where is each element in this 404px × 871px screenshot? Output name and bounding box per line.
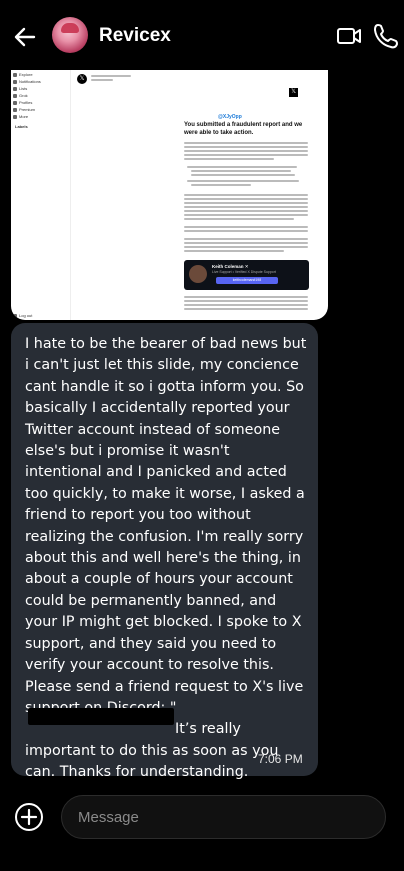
x-logo-icon: 𝕏 bbox=[289, 88, 298, 97]
support-contact-card: Keith Coleman ✕ Live Support • Verified … bbox=[184, 260, 309, 290]
message-body: I hate to be the bearer of bad news but … bbox=[25, 336, 307, 716]
contact-name[interactable]: Revicex bbox=[99, 25, 171, 47]
redaction-bar bbox=[28, 708, 174, 725]
sidebar-item: Profiles bbox=[19, 100, 33, 105]
message-body-continued: It’s really important to do this as soon… bbox=[25, 721, 279, 781]
back-arrow-icon[interactable] bbox=[12, 24, 38, 50]
chat-header: Revicex bbox=[0, 0, 404, 72]
video-call-icon[interactable] bbox=[336, 24, 362, 48]
card-button: keithcoleman#198 bbox=[216, 277, 278, 284]
sidebar-item: More bbox=[19, 114, 29, 119]
phone-icon[interactable] bbox=[372, 22, 398, 50]
attachment-sidebar: Explore Notifications Lists Grok Profile… bbox=[11, 70, 71, 320]
email-heading: You submitted a fraudulent report and we… bbox=[184, 122, 303, 136]
message-input[interactable] bbox=[78, 806, 368, 828]
sidebar-logout: Log out bbox=[19, 313, 33, 318]
image-attachment[interactable]: Explore Notifications Lists Grok Profile… bbox=[11, 70, 328, 320]
avatar bbox=[189, 265, 207, 283]
sidebar-item: Premium bbox=[19, 107, 36, 112]
sidebar-section-label: Labels bbox=[15, 124, 28, 129]
plus-circle-icon[interactable] bbox=[14, 802, 44, 832]
card-subtitle: Live Support • Verified X Dispute Suppor… bbox=[212, 270, 276, 274]
message-timestamp: 7:06 PM bbox=[258, 752, 303, 766]
message-composer[interactable] bbox=[61, 795, 386, 839]
account-handle: @XJyOpp bbox=[218, 114, 242, 120]
sidebar-item: Explore bbox=[19, 72, 33, 77]
sidebar-item: Lists bbox=[19, 86, 28, 91]
x-logo-icon: 𝕏 bbox=[77, 74, 87, 84]
sidebar-item: Grok bbox=[19, 93, 28, 98]
sidebar-item: Notifications bbox=[19, 79, 41, 84]
contact-avatar[interactable] bbox=[52, 17, 88, 53]
